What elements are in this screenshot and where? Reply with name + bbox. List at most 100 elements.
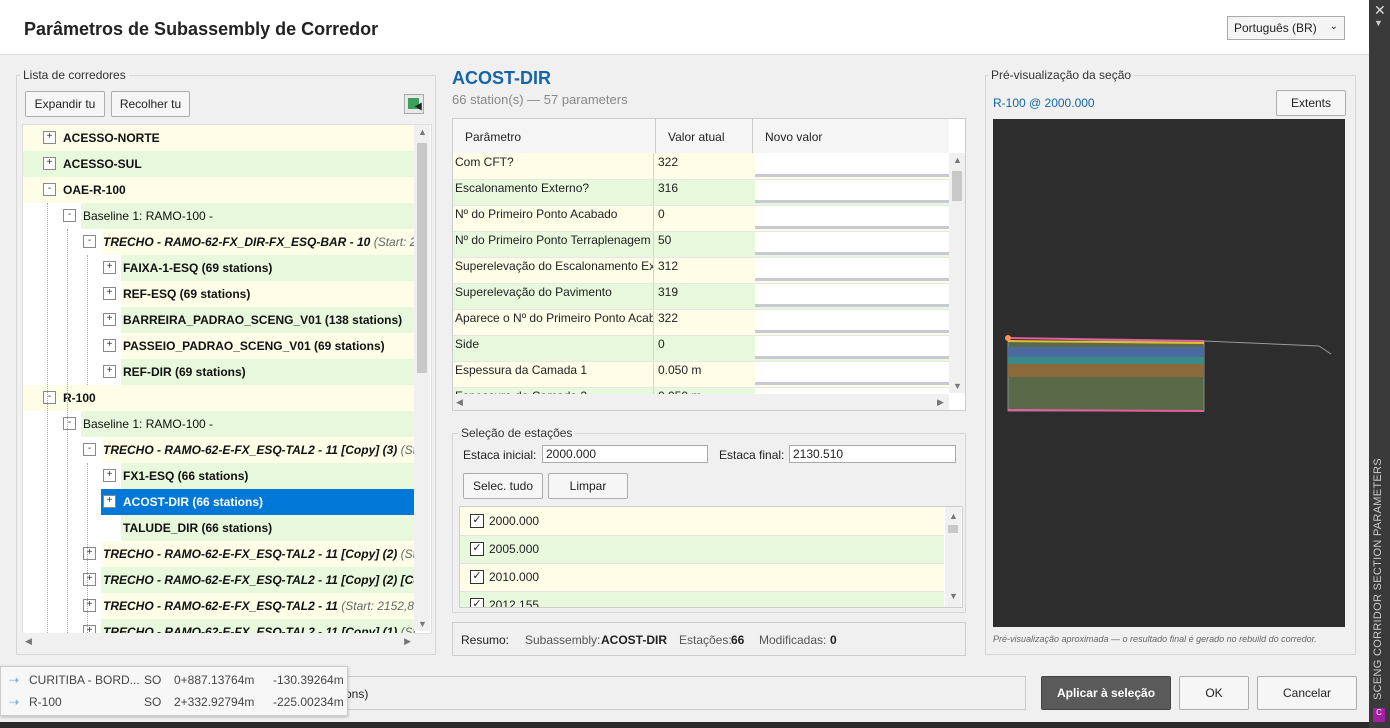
parameter-row[interactable]: Escalonamento Externo? 316 xyxy=(453,179,949,206)
extents-button[interactable]: Extents xyxy=(1276,90,1346,116)
tree-horizontal-scrollbar[interactable]: ◀ ▶ xyxy=(22,633,414,649)
expand-icon[interactable]: + xyxy=(103,469,116,482)
station-list-item[interactable]: ✓ 2012.155 xyxy=(460,591,944,607)
expand-icon[interactable]: + xyxy=(83,547,96,560)
parameter-new-value-input[interactable] xyxy=(755,231,949,255)
collapse-icon[interactable]: - xyxy=(83,443,96,456)
tree-node-text: ACESSO-SUL xyxy=(63,157,142,171)
parameter-new-value-input[interactable] xyxy=(755,335,949,359)
expand-icon[interactable]: + xyxy=(103,339,116,352)
parameter-new-value-input[interactable] xyxy=(755,179,949,203)
tree-node-label: ACESSO-NORTE xyxy=(63,131,160,145)
parameter-new-value-input[interactable] xyxy=(755,153,949,177)
station-list-item[interactable]: ✓ 2000.000 xyxy=(460,507,944,536)
expand-icon[interactable]: + xyxy=(103,287,116,300)
tree-node[interactable]: - R-100 xyxy=(23,385,415,411)
collapse-icon[interactable]: - xyxy=(63,209,76,222)
station-list-item[interactable]: ✓ 2005.000 xyxy=(460,535,944,564)
station-list-item[interactable]: ✓ 2010.000 xyxy=(460,563,944,592)
parameter-new-value-input[interactable] xyxy=(755,257,949,281)
expand-icon[interactable]: + xyxy=(103,261,116,274)
tree-node[interactable]: + TRECHO - RAMO-62-E-FX_ESQ-TAL2 - 11 (St… xyxy=(23,593,415,619)
station-checkbox[interactable]: ✓ xyxy=(470,514,484,528)
station-checkbox[interactable]: ✓ xyxy=(470,598,484,607)
tree-node[interactable]: + ACESSO-SUL xyxy=(23,151,415,177)
parameter-row[interactable]: Superelevação do Escalonamento Externo 31… xyxy=(453,257,949,284)
clear-button[interactable]: Limpar xyxy=(548,473,628,499)
parameter-table[interactable]: Parâmetro Valor atual Novo valor Espessu… xyxy=(452,118,966,411)
cancel-button[interactable]: Cancelar xyxy=(1257,676,1357,710)
expand-icon[interactable]: + xyxy=(103,365,116,378)
tree-node[interactable]: + FAIXA-1-ESQ (69 stations) xyxy=(23,255,415,281)
station-list[interactable]: ✓ 2012.155 ✓ 2010.000 ✓ 2005.000 ✓ 2000.000 ▲ ▼ xyxy=(459,506,963,608)
tree-node[interactable]: - TRECHO - RAMO-62-E-FX_ESQ-TAL2 - 11 [Co… xyxy=(23,437,415,463)
tree-vertical-scrollbar[interactable]: ▲ ▼ xyxy=(414,125,430,631)
expand-all-button[interactable]: Expandir tu xyxy=(25,91,105,117)
collapse-icon[interactable]: - xyxy=(63,417,76,430)
tree-node[interactable]: + TRECHO - RAMO-62-E-FX_ESQ-TAL2 - 11 [Co… xyxy=(23,567,415,593)
parameter-row[interactable]: Aparece o Nº do Primeiro Ponto Acabado 32… xyxy=(453,309,949,336)
collapse-icon[interactable]: - xyxy=(43,391,56,404)
export-icon[interactable] xyxy=(404,94,426,114)
tree-node-text: REF-DIR (69 stations) xyxy=(123,365,246,379)
parameter-row[interactable]: Com CFT? 322 xyxy=(453,153,949,180)
tree-node[interactable]: + BARREIRA_PADRAO_SCENG_V01 (138 stations… xyxy=(23,307,415,333)
collapse-icon[interactable]: - xyxy=(43,183,56,196)
tree-node[interactable]: + TRECHO - RAMO-62-E-FX_ESQ-TAL2 - 11 [Co… xyxy=(23,619,415,633)
parameter-vertical-scrollbar[interactable]: ▲ ▼ xyxy=(949,153,965,393)
coordinate-name: R-100 xyxy=(29,695,62,709)
coordinate-code: SO xyxy=(144,695,162,709)
parameter-row[interactable]: Espessura da Camada 1 0.050 m xyxy=(453,361,949,388)
collapse-triangle-icon[interactable]: ▼ xyxy=(1374,18,1383,28)
start-station-input[interactable]: 2000.000 xyxy=(542,445,708,463)
close-icon[interactable]: ✕ xyxy=(1374,2,1386,19)
expand-icon[interactable]: + xyxy=(83,599,96,612)
collapse-icon[interactable]: - xyxy=(83,235,96,248)
tree-node[interactable]: + ACOST-DIR (66 stations) xyxy=(23,489,415,515)
tree-node[interactable]: - TRECHO - RAMO-62-FX_DIR-FX_ESQ-BAR - 10… xyxy=(23,229,415,255)
ok-button[interactable]: OK xyxy=(1179,676,1249,710)
summary-label: Resumo: xyxy=(461,633,510,647)
expand-icon[interactable]: + xyxy=(43,131,56,144)
expand-icon[interactable]: + xyxy=(43,157,56,170)
tree-node[interactable]: + REF-DIR (69 stations) xyxy=(23,359,415,385)
end-station-input[interactable]: 2130.510 xyxy=(789,445,956,463)
station-checkbox[interactable]: ✓ xyxy=(470,542,484,556)
coordinate-station: 0+887.13764m xyxy=(174,673,255,687)
tree-node[interactable]: - Baseline 1: RAMO-100 - xyxy=(23,411,415,437)
tree-node[interactable]: TALUDE_DIR (66 stations) xyxy=(23,515,415,541)
tree-node-label: PASSEIO_PADRAO_SCENG_V01 (69 stations) xyxy=(123,339,385,353)
expand-icon[interactable]: + xyxy=(83,573,96,586)
parameter-row[interactable]: Nº do Primeiro Ponto Terraplenagem 50 xyxy=(453,231,949,258)
tree-node[interactable]: + ACESSO-NORTE xyxy=(23,125,415,151)
section-preview-canvas[interactable] xyxy=(993,119,1345,627)
parameter-new-value-input[interactable] xyxy=(755,361,949,385)
parameter-new-value-input[interactable] xyxy=(755,283,949,307)
parameter-row[interactable]: Side 0 xyxy=(453,335,949,362)
apply-selection-button[interactable]: Aplicar à seleção xyxy=(1041,676,1171,710)
parameter-row[interactable]: Superelevação do Pavimento 319 xyxy=(453,283,949,310)
tree-node-text: TRECHO - RAMO-62-E-FX_ESQ-TAL2 - 11 [Cop… xyxy=(103,443,398,457)
expand-icon[interactable]: + xyxy=(103,313,116,326)
parameter-new-value-input[interactable] xyxy=(755,309,949,333)
tree-scroll-thumb[interactable] xyxy=(417,143,427,373)
tree-node[interactable]: - OAE-R-100 xyxy=(23,177,415,203)
parameter-horizontal-scrollbar[interactable]: ◀ ▶ xyxy=(453,394,949,410)
corridor-tree[interactable]: + ACESSO-NORTE + ACESSO-SUL - OAE-R-100- Basel… xyxy=(22,124,432,634)
station-checkbox[interactable]: ✓ xyxy=(470,570,484,584)
summary-bar: Resumo: Subassembly: ACOST-DIR Estações:… xyxy=(452,622,966,656)
station-selection-label: Seleção de estações xyxy=(458,426,576,440)
tree-node-text: ACESSO-NORTE xyxy=(63,131,160,145)
tree-node[interactable]: + FX1-ESQ (66 stations) xyxy=(23,463,415,489)
language-select[interactable]: Português (BR) ⌄ xyxy=(1227,16,1345,40)
tree-node[interactable]: + TRECHO - RAMO-62-E-FX_ESQ-TAL2 - 11 [Co… xyxy=(23,541,415,567)
select-all-button[interactable]: Selec. tudo xyxy=(463,473,543,499)
station-list-scrollbar[interactable]: ▲ ▼ xyxy=(945,507,961,607)
tree-node[interactable]: + PASSEIO_PADRAO_SCENG_V01 (69 stations) xyxy=(23,333,415,359)
tree-node[interactable]: - Baseline 1: RAMO-100 - xyxy=(23,203,415,229)
parameter-row[interactable]: Nº do Primeiro Ponto Acabado 0 xyxy=(453,205,949,232)
expand-icon[interactable]: + xyxy=(103,495,116,508)
tree-node[interactable]: + REF-ESQ (69 stations) xyxy=(23,281,415,307)
parameter-new-value-input[interactable] xyxy=(755,205,949,229)
collapse-all-button[interactable]: Recolher tu xyxy=(111,91,190,117)
